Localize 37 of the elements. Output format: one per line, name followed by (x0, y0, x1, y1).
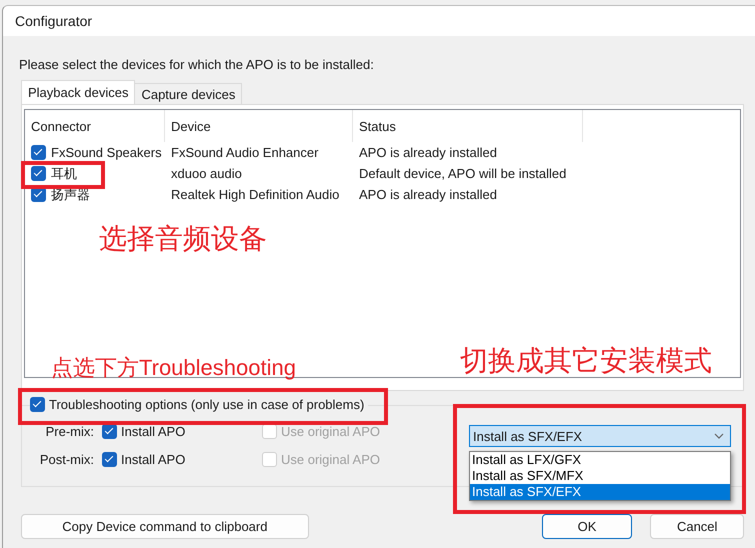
checkbox[interactable] (102, 452, 117, 466)
table-cell-text: APO is already installed (358, 186, 498, 204)
checkbox[interactable] (31, 166, 46, 181)
annotation-text: 选择音频设备 (99, 222, 267, 256)
tab[interactable]: Playback devices (21, 80, 136, 104)
checkbox-label: Install APO (121, 424, 186, 438)
tab[interactable]: Capture devices (134, 83, 242, 104)
table-cell-text: APO is already installed (358, 144, 498, 162)
table-cell-text: FxSound Audio Enhancer (170, 144, 320, 162)
prompt-text: Please select the devices for which the APO is to be installed: (19, 57, 375, 72)
dropdown-option[interactable]: Install as SFX/MFX (470, 468, 730, 484)
column-header[interactable]: Device (165, 110, 353, 142)
row-label: Post-mix: (38, 452, 95, 466)
checkbox-label: Use original APO (281, 424, 380, 438)
checkbox[interactable] (31, 145, 46, 160)
table-cell-text: xduoo audio (170, 165, 243, 183)
cancel-button[interactable]: Cancel (650, 514, 744, 539)
checkbox[interactable] (30, 397, 45, 412)
mode-dropdown[interactable]: Install as SFX/EFX (469, 425, 731, 447)
annotation-text: 切换成其它安装模式 (460, 344, 712, 378)
chevron-icon (714, 433, 724, 439)
checkbox-label: Install APO (121, 452, 186, 466)
table-cell-text: Realtek High Definition Audio (170, 186, 340, 204)
column-header[interactable]: Status (353, 110, 583, 142)
dropdown-option[interactable]: Install as SFX/EFX (470, 484, 730, 500)
checkbox-label: Troubleshooting options (only use in case of problems) (49, 397, 364, 412)
checkbox-label: Use original APO (281, 452, 380, 466)
copy-button[interactable]: Copy Device command to clipboard (21, 514, 309, 539)
window-title: Configurator (15, 13, 92, 29)
annotation-text: 点选下方Troubleshooting (51, 354, 296, 382)
table-cell: 耳机 (51, 164, 77, 182)
table-cell: FxSound Speakers (51, 145, 162, 160)
ok-button[interactable]: OK (542, 514, 632, 539)
column-header[interactable]: Connector (25, 110, 165, 142)
row-label: Pre-mix: (44, 424, 95, 438)
dropdown-option[interactable]: Install as LFX/GFX (470, 452, 730, 468)
table-cell-text: Default device, APO will be installed (358, 165, 568, 183)
